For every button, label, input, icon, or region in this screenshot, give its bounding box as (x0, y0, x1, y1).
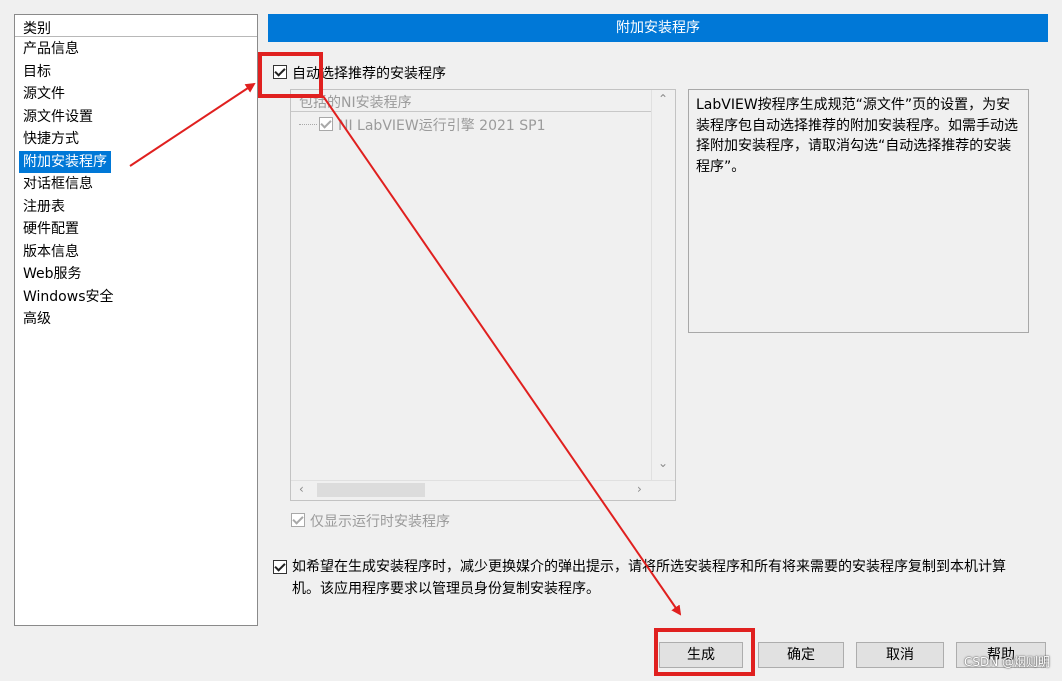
annotation-arrows (129, 82, 682, 616)
arrow-to-build-button (322, 95, 682, 616)
arrow-to-auto-select (129, 82, 256, 167)
watermark: CSDN @烟则明 (963, 655, 1050, 669)
